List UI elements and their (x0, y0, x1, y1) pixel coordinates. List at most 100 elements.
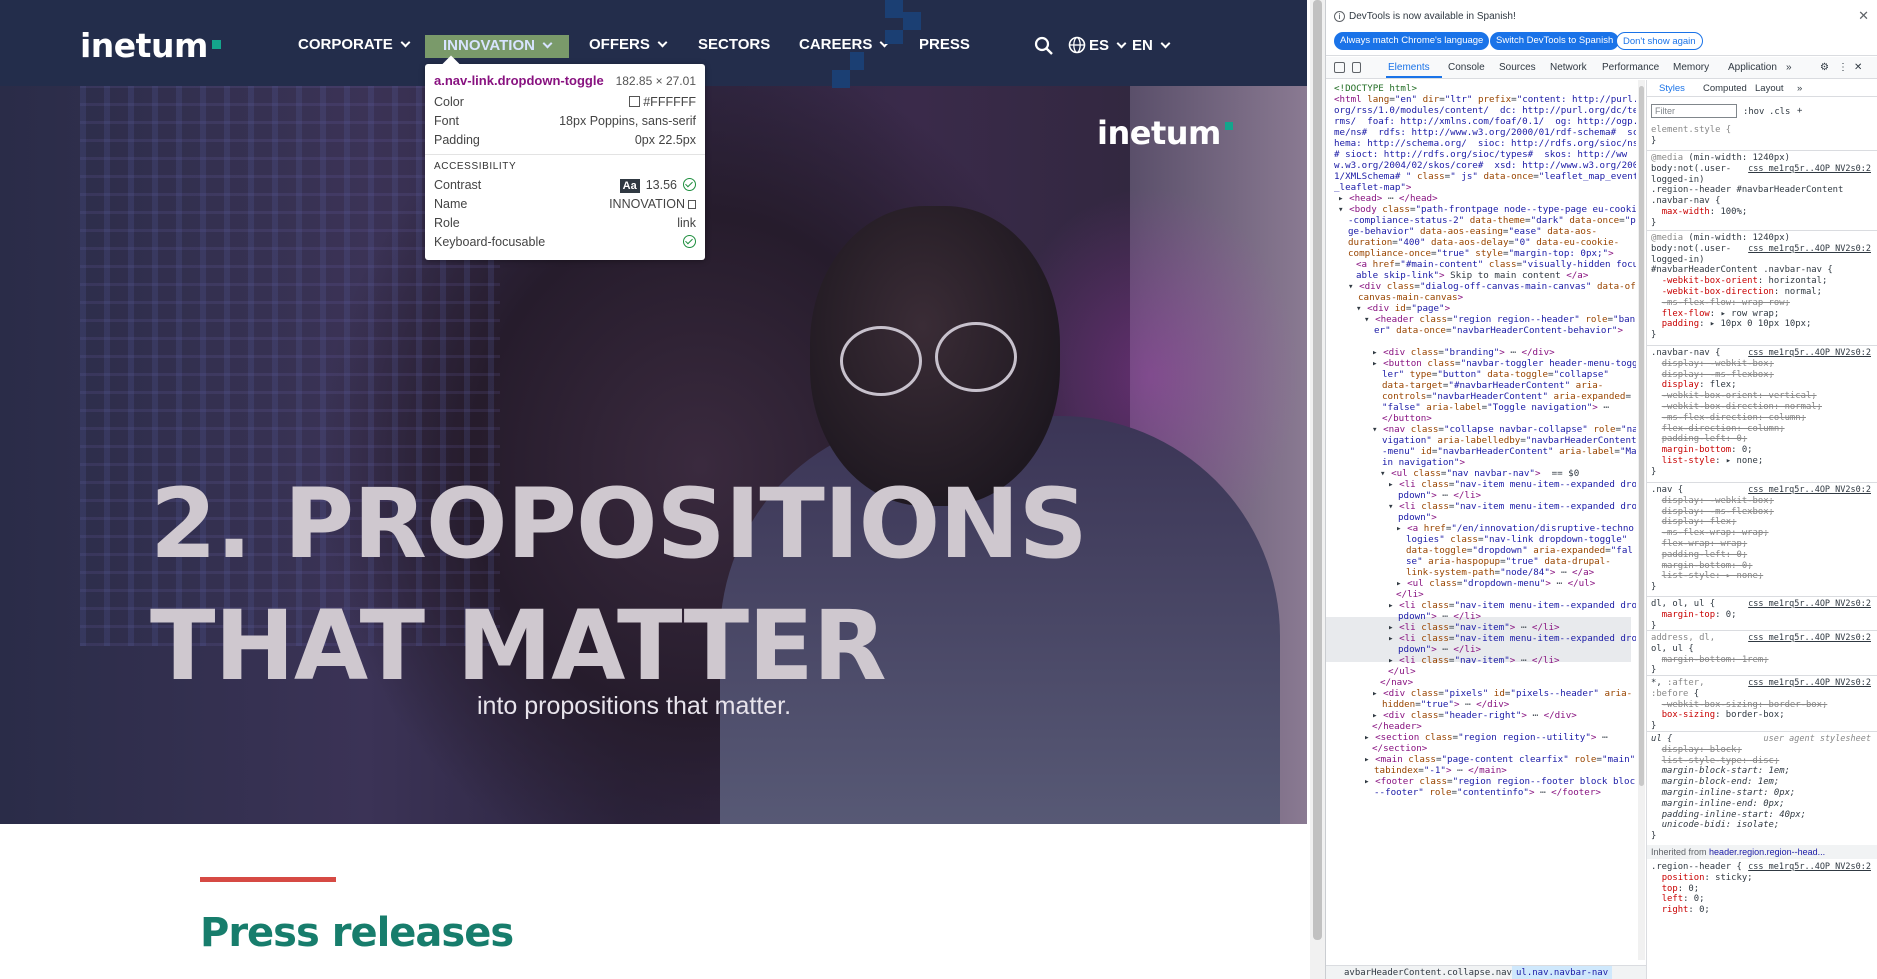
elements-scrollbar[interactable] (1638, 80, 1645, 960)
dom-line[interactable]: ▸ <button class="navbar-toggler header-m… (1372, 358, 1636, 369)
dom-line[interactable]: <!DOCTYPE html> (1334, 83, 1417, 94)
tab-performance[interactable]: Performance (1602, 62, 1659, 73)
dom-line[interactable]: duration="400" data-aos-delay="0" data-e… (1348, 237, 1619, 248)
dom-line[interactable]: ▾ <li class="nav-item menu-item--expande… (1388, 501, 1636, 512)
dom-line[interactable]: ▸ <section class="region region--utility… (1364, 732, 1607, 743)
dom-line[interactable]: pdown"> ⋯ </li> (1398, 644, 1481, 655)
stylesheet-link[interactable]: css_me1rq5r..4OP_NV2s0:2 (1748, 244, 1871, 254)
dom-line[interactable]: ▾ <header class="region region--header" … (1364, 314, 1636, 325)
dom-line[interactable]: ▾ <div id="page"> (1356, 303, 1450, 314)
dom-line[interactable]: -compliance-status-2" data-theme="dark" … (1348, 215, 1636, 226)
dom-line[interactable]: canvas-main-canvas> (1358, 292, 1463, 303)
scrollbar-thumb[interactable] (1639, 86, 1644, 786)
dom-line[interactable]: --footer" role="contentinfo"> ⋯ </footer… (1374, 787, 1601, 798)
dom-line[interactable]: hidden="true"> ⋯ </div> (1382, 699, 1509, 710)
dom-line[interactable]: in navigation"> (1382, 457, 1465, 468)
hov-toggle[interactable]: :hov (1743, 107, 1764, 118)
page-scrollbar[interactable] (1310, 0, 1325, 979)
stylesheet-link[interactable]: css_me1rq5r..4OP_NV2s0:2 (1748, 862, 1871, 872)
tab-network[interactable]: Network (1550, 62, 1587, 73)
dom-line[interactable]: pdown"> ⋯ </li> (1398, 611, 1481, 622)
dom-line[interactable]: </button> (1382, 413, 1432, 424)
dom-line[interactable]: hema: http://schema.org/ sioc: http://rd… (1334, 138, 1636, 149)
dom-line[interactable]: ▸ <div class="header-right"> ⋯ </div> (1372, 710, 1577, 721)
dom-line[interactable]: ▾ <nav class="collapse navbar-collapse" … (1372, 424, 1636, 435)
dom-line[interactable]: 1/XMLSchema# " class=" js" data-once="le… (1334, 171, 1636, 182)
dom-line[interactable]: pdown"> ⋯ </li> (1398, 490, 1481, 501)
add-rule-icon[interactable]: + (1797, 106, 1802, 117)
stylesheet-link[interactable]: css_me1rq5r..4OP_NV2s0:2 (1748, 485, 1871, 495)
dom-line[interactable]: "false" aria-label="Toggle navigation"> … (1382, 402, 1609, 413)
site-logo[interactable]: inetum (80, 26, 221, 65)
nav-offers[interactable]: OFFERS (589, 36, 668, 56)
dom-line[interactable]: </nav> (1380, 677, 1413, 688)
dom-line[interactable]: ▸ <main class="page-content clearfix" ro… (1364, 754, 1635, 765)
elements-tree[interactable]: <!DOCTYPE html> <html lang="en" dir="ltr… (1326, 80, 1636, 965)
dom-line[interactable]: -menu" id="navbarHeaderContent" aria-lab… (1382, 446, 1636, 457)
dom-line[interactable]: </ul> (1388, 666, 1416, 677)
nav-innovation[interactable]: INNOVATION (425, 35, 569, 58)
dom-line[interactable]: </section> (1372, 743, 1427, 754)
dom-line[interactable]: compliance-once="true" style="margin-top… (1348, 248, 1614, 259)
dom-line[interactable]: se" aria-haspopup="true" data-drupal- (1406, 556, 1611, 567)
more-options-icon[interactable]: ⋮ (1838, 62, 1848, 73)
switch-to-spanish-button[interactable]: Switch DevTools to Spanish (1490, 32, 1620, 50)
close-icon[interactable]: ✕ (1854, 62, 1862, 73)
dom-line[interactable]: ▸ <ul class="dropdown-menu"> ⋯ </ul> (1396, 578, 1595, 589)
gear-icon[interactable]: ⚙ (1820, 62, 1829, 73)
dom-line[interactable]: tabindex="-1"> ⋯ </main> (1374, 765, 1507, 776)
dom-line[interactable]: able skip-link"> Skip to main content </… (1356, 270, 1588, 281)
dom-line[interactable]: ▸ <li class="nav-item"> ⋯ </li> (1388, 622, 1560, 633)
dom-line[interactable]: ▸ <div class="branding"> ⋯ </div> (1372, 347, 1555, 358)
dom-line[interactable]: ▸ <li class="nav-item menu-item--expande… (1388, 479, 1636, 490)
styles-filter-input[interactable]: Filter (1651, 104, 1737, 118)
dom-line[interactable]: ▾ <body class="path-frontpage node--type… (1338, 204, 1636, 215)
dom-line[interactable]: logies" class="nav-link dropdown-toggle" (1406, 534, 1627, 545)
language-selector-en[interactable]: EN (1132, 37, 1171, 54)
dom-line[interactable]: er" data-once="navbarHeaderContent-behav… (1374, 325, 1623, 336)
close-icon[interactable]: ✕ (1858, 8, 1869, 24)
dom-line[interactable]: ge-behavior" data-aos-easing="ease" data… (1348, 226, 1597, 237)
dom-line[interactable]: <html lang="en" dir="ltr" prefix="conten… (1334, 94, 1636, 105)
dom-line[interactable]: ▸ <div class="pixels" id="pixels--header… (1372, 688, 1632, 699)
tab-application[interactable]: Application (1728, 62, 1777, 73)
dom-line[interactable]: org/rss/1.0/modules/content/ dc: http://… (1334, 105, 1636, 116)
dom-line[interactable]: data-target="#navbarHeaderContent" aria- (1382, 380, 1603, 391)
style-rule[interactable]: .navbar-nav { display: -webkit-box; disp… (1651, 348, 1822, 478)
dom-line[interactable]: rms/ foaf: http://xmlns.com/foaf/0.1/ og… (1334, 116, 1636, 127)
device-toolbar-icon[interactable] (1352, 62, 1361, 73)
tab-computed[interactable]: Computed (1703, 83, 1747, 94)
tab-layout[interactable]: Layout (1755, 83, 1784, 94)
dom-line[interactable]: data-toggle="dropdown" aria-expanded="fa… (1406, 545, 1633, 556)
style-rule[interactable]: element.style { } (1651, 125, 1731, 147)
dom-line[interactable]: pdown"> (1398, 512, 1437, 523)
dom-line[interactable]: ▸ <head> ⋯ </head> (1338, 193, 1438, 204)
stylesheet-link[interactable]: css_me1rq5r..4OP_NV2s0:2 (1748, 164, 1871, 174)
cls-toggle[interactable]: .cls (1769, 107, 1790, 118)
dont-show-again-button[interactable]: Don't show again (1616, 32, 1703, 50)
dom-line[interactable]: ▸ <li class="nav-item menu-item--expande… (1388, 600, 1636, 611)
tab-console[interactable]: Console (1448, 62, 1485, 73)
dom-line[interactable]: ▸ <footer class="region region--footer b… (1364, 776, 1636, 787)
dom-line[interactable]: link-system-path="node/84"> ⋯ </a> (1406, 567, 1594, 578)
dom-line[interactable]: _leaflet-map"> (1334, 182, 1411, 193)
dom-line[interactable]: ler" type="button" data-toggle="collapse… (1382, 369, 1609, 380)
dom-line[interactable]: vigation" aria-labelledby="navbarHeaderC… (1382, 435, 1636, 446)
tab-styles[interactable]: Styles (1659, 83, 1685, 94)
dom-line[interactable]: <a href="#main-content" class="visually-… (1356, 259, 1636, 270)
style-rule[interactable]: ul { display: block; list-style-type: di… (1651, 734, 1806, 842)
more-tabs-icon[interactable]: » (1786, 62, 1792, 73)
tab-elements[interactable]: Elements (1388, 62, 1430, 73)
style-rule[interactable]: .region--header { position: sticky; top:… (1651, 862, 1753, 916)
nav-press[interactable]: PRESS (919, 36, 970, 56)
stylesheet-link[interactable]: css_me1rq5r..4OP_NV2s0:2 (1748, 633, 1871, 643)
more-tabs-icon[interactable]: » (1797, 83, 1802, 94)
tab-sources[interactable]: Sources (1499, 62, 1536, 73)
tab-memory[interactable]: Memory (1673, 62, 1709, 73)
dom-line[interactable]: controls="navbarHeaderContent" aria-expa… (1382, 391, 1631, 402)
search-icon[interactable] (1034, 36, 1054, 56)
nav-corporate[interactable]: CORPORATE (298, 36, 411, 56)
style-rule[interactable]: .nav { display: -webkit-box; display: -m… (1651, 485, 1774, 593)
dom-line[interactable]: # sioct: http://rdfs.org/sioc/types# sko… (1334, 149, 1627, 160)
stylesheet-link[interactable]: css_me1rq5r..4OP_NV2s0:2 (1748, 348, 1871, 358)
